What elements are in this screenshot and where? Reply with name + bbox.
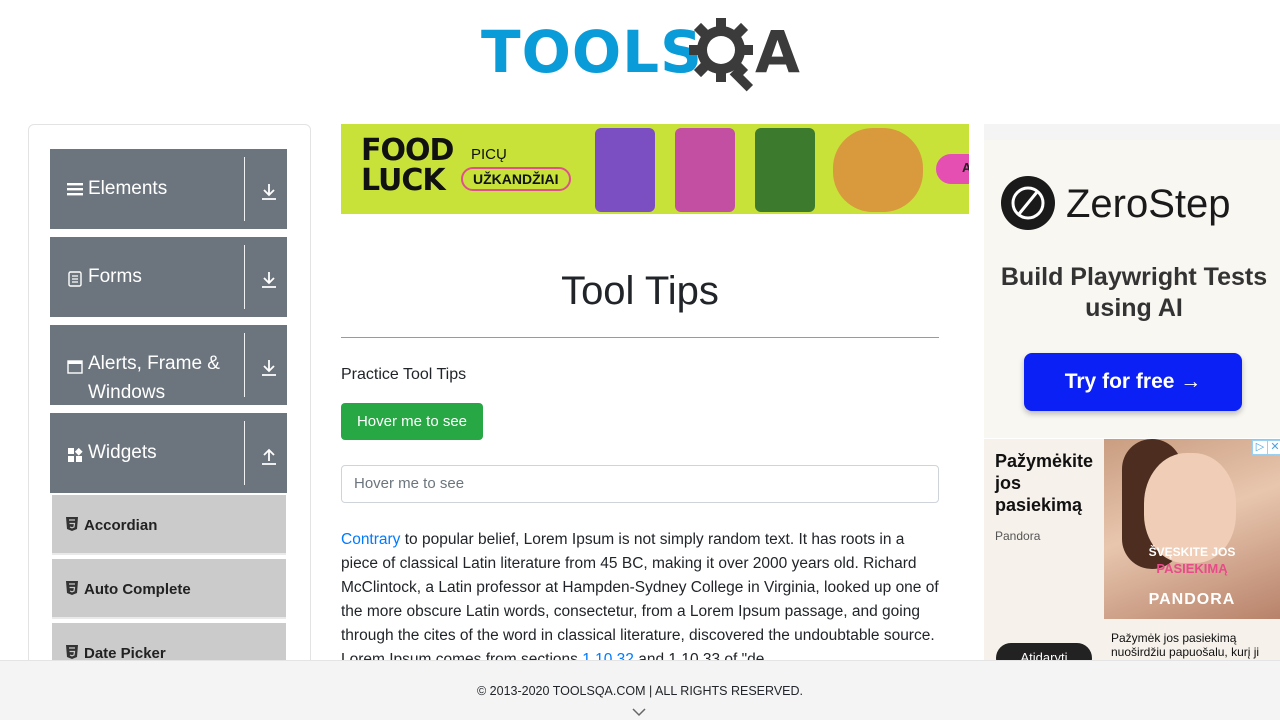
html5-icon: [66, 645, 78, 659]
image-caption: PANDORA: [1148, 591, 1236, 608]
lorem-paragraph: Contrary to popular belief, Lorem Ipsum …: [341, 528, 941, 672]
zerostep-logo-icon: [1001, 176, 1055, 230]
product-image: [755, 128, 815, 212]
image-caption: ŠVĘSKITE JOS: [1148, 545, 1236, 559]
form-icon: [68, 271, 82, 287]
gear-magnifier-icon: [689, 18, 754, 92]
sidebar-group-alerts-frame-windows[interactable]: Alerts, Frame & Windows: [50, 325, 287, 405]
sidebar-group-label: Forms: [88, 266, 142, 287]
sidebar-group-elements[interactable]: Elements: [50, 149, 287, 229]
download-arrow-icon: [262, 272, 276, 288]
try-for-free-button[interactable]: Try for free →: [1024, 353, 1242, 411]
sidebar-group-label: Elements: [88, 178, 168, 199]
page-title: Tool Tips: [561, 269, 719, 313]
widgets-icon: [68, 447, 83, 462]
download-arrow-icon: [262, 360, 276, 376]
zerostep-tagline: Build Playwright Tests using AI: [1000, 263, 1268, 322]
header: TOOLS A: [0, 0, 1280, 100]
sidebar-item-auto-complete[interactable]: Auto Complete: [52, 559, 286, 619]
hover-tooltip-input[interactable]: Hover me to see: [341, 465, 939, 503]
pandora-description: Pažymėk jos pasiekimą nuoširdžiu papuoša…: [1111, 631, 1260, 659]
upload-arrow-icon: [262, 448, 276, 465]
html5-icon: [66, 581, 78, 595]
pandora-brand: Pandora: [995, 529, 1041, 543]
sidebar-group-label-line2: Windows: [88, 382, 166, 403]
practice-label: Practice Tool Tips: [341, 366, 467, 383]
sidebar: Elements Forms Alerts, Frame & Windows W…: [28, 124, 311, 684]
sidebar-group-label: Alerts, Frame &: [88, 353, 220, 374]
ad-brand-line: LUCK: [361, 163, 446, 198]
sidebar-item-label: Accordian: [84, 517, 158, 534]
product-image: [675, 128, 735, 212]
divider: [244, 333, 245, 397]
sidebar-group-label: Widgets: [88, 442, 157, 463]
zerostep-name: ZeroStep: [1066, 182, 1231, 226]
hamburger-icon: [67, 183, 83, 196]
ad-brand-line: FOOD: [361, 133, 454, 168]
pandora-headline: Pažymėkite jos pasiekimą: [995, 451, 1094, 515]
ad-cta-button[interactable]: A: [936, 154, 969, 184]
toolsqa-logo[interactable]: TOOLS A: [481, 16, 805, 92]
ad-brand-logo: FOOD LUCK: [361, 133, 454, 198]
paragraph-text: to popular belief, Lorem Ipsum is not si…: [341, 531, 939, 668]
hover-tooltip-button[interactable]: Hover me to see: [341, 403, 483, 440]
window-icon: [67, 360, 83, 374]
ad-text-badge: UŽKANDŽIAI: [461, 167, 571, 191]
ad-cta-label: A: [962, 160, 969, 175]
sidebar-item-accordian[interactable]: Accordian: [52, 495, 286, 555]
pandora-open-button[interactable]: Atidaryti: [996, 643, 1092, 660]
adchoices-icon[interactable]: ▷: [1252, 440, 1268, 455]
sidebar-item-label: Auto Complete: [84, 581, 191, 598]
copyright-text: © 2013-2020 TOOLSQA.COM | ALL RIGHTS RES…: [476, 684, 803, 698]
pandora-image: ŠVĘSKITE JOS PASIEKIMĄ PANDORA: [1104, 439, 1280, 619]
divider: [244, 421, 245, 485]
chevron-down-icon[interactable]: [631, 707, 647, 717]
contrary-link[interactable]: Contrary: [341, 531, 400, 548]
html5-icon: [66, 517, 78, 531]
logo-word: TOOLS: [481, 18, 703, 86]
divider: [341, 337, 939, 338]
download-arrow-icon: [262, 184, 276, 200]
product-image: [833, 128, 923, 212]
footer: © 2013-2020 TOOLSQA.COM | ALL RIGHTS RES…: [0, 660, 1280, 720]
product-image: [595, 128, 655, 212]
ad-text: PICŲ: [471, 146, 507, 163]
pandora-ad[interactable]: Pažymėkite jos pasiekimą Pandora ŠVĘSKIT…: [984, 439, 1280, 660]
divider: [244, 157, 245, 221]
divider: [244, 245, 245, 309]
logo-letter: A: [755, 18, 800, 86]
close-ad-icon[interactable]: ✕: [1267, 440, 1280, 455]
banner-ad[interactable]: FOOD LUCK PICŲ UŽKANDŽIAI A: [341, 124, 969, 214]
image-caption: PASIEKIMĄ: [1156, 561, 1228, 576]
sidebar-group-widgets[interactable]: Widgets: [50, 413, 287, 493]
sidebar-group-forms[interactable]: Forms: [50, 237, 287, 317]
